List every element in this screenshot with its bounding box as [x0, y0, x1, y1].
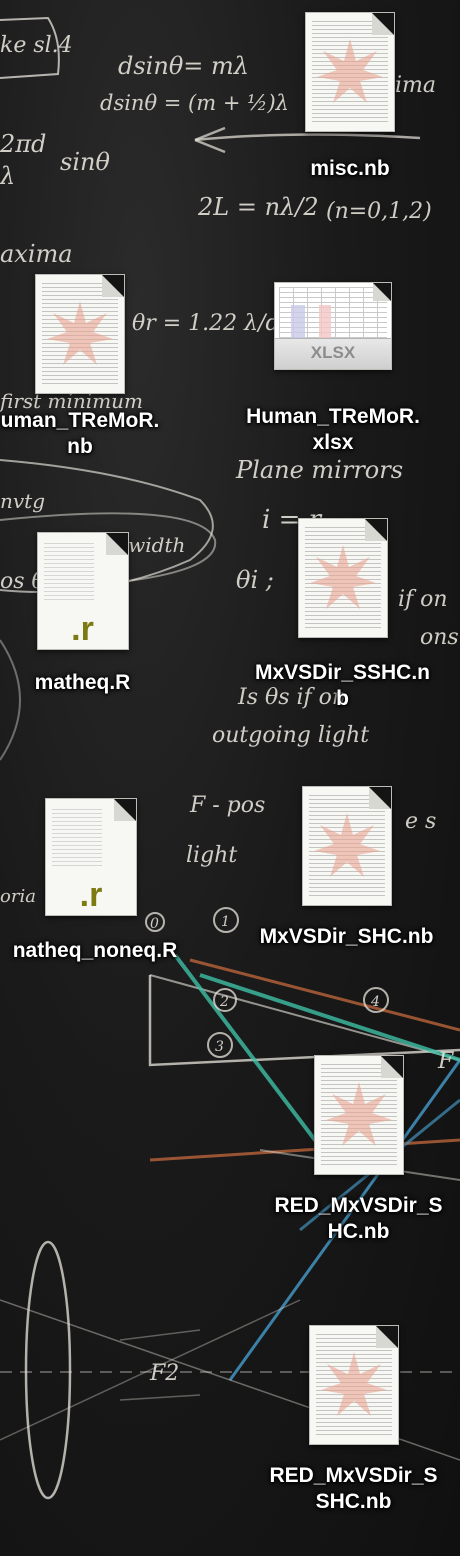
chalkboard-wallpaper: ke sl.4 dsinθ= mλ dsinθ = (m + ½)λ 2πd λ… — [0, 16, 460, 1500]
file-name-label: matheq.R — [34, 671, 131, 694]
file-name-label: nb — [67, 435, 93, 458]
mathematica-star-icon — [313, 813, 380, 877]
r-script-file-icon: .r — [36, 532, 129, 650]
mathematica-star-icon — [47, 301, 113, 365]
mathematica-star-icon — [320, 1352, 387, 1416]
desktop: ke sl.4 dsinθ= mλ dsinθ = (m + ½)λ 2πd λ… — [0, 0, 460, 1556]
file-name-label: HC.nb — [327, 1220, 390, 1243]
chalk-text: light — [186, 843, 237, 868]
file-icon-mxvsdir-shc-nb[interactable]: MxVSDir_SHC.nb — [244, 786, 449, 950]
notebook-file-icon — [305, 12, 395, 132]
file-icon-mxvsdir-sshc-nb[interactable]: MxVSDir_SSHC.n b — [240, 518, 445, 712]
chalk-text: (n=0,1,2) — [326, 199, 432, 224]
file-name-label: misc.nb — [310, 157, 390, 180]
chalk-text: dsinθ = (m + ½)λ — [100, 91, 289, 115]
notebook-file-icon — [35, 274, 125, 394]
file-name-label: MxVSDir_SSHC.n — [254, 661, 431, 684]
chalk-text: 2L = nλ/2 — [197, 193, 319, 221]
r-badge: .r — [79, 876, 103, 914]
file-name-label: MxVSDir_SHC.nb — [259, 925, 434, 948]
notebook-file-icon — [301, 786, 392, 906]
file-icon-matheq-r[interactable]: .r matheq.R — [0, 532, 165, 696]
xlsx-badge: XLSX — [310, 343, 356, 362]
file-name-label: RED_MxVSDir_S — [274, 1194, 443, 1217]
chalk-text: outgoing light — [212, 723, 369, 748]
r-badge: .r — [71, 610, 94, 648]
file-name-label: Human_TReMoR. — [246, 405, 420, 428]
spreadsheet-file-icon: XLSX — [274, 282, 392, 370]
file-name-label: RED_MxVSDir_S — [269, 1464, 438, 1487]
file-icon-red-mxvsdir-sshc-nb[interactable]: RED_MxVSDir_S SHC.nb — [252, 1325, 455, 1515]
chalk-text: 2 — [219, 994, 229, 1010]
file-name-label: natheq_noneq.R — [12, 939, 178, 962]
chalk-text: 3 — [215, 1039, 224, 1055]
file-name-label: b — [336, 687, 349, 710]
mathematica-star-icon — [309, 545, 376, 609]
notebook-file-icon — [297, 518, 388, 638]
chalk-text: 1 — [221, 914, 230, 930]
chalk-text: axima — [0, 240, 73, 268]
chalk-text: F2 — [149, 1361, 179, 1386]
chalk-text: 2πd — [0, 130, 46, 158]
r-script-file-icon: .r — [45, 798, 137, 916]
file-name-label: xlsx — [312, 431, 354, 454]
file-name-label: uman_TReMoR. — [0, 409, 160, 432]
chalk-text: 4 — [370, 994, 380, 1010]
mathematica-star-icon — [317, 39, 383, 103]
chalk-text: ke sl.4 — [0, 33, 73, 58]
chalk-text: dsinθ= mλ — [118, 52, 249, 80]
chalk-text: nvtg — [0, 489, 45, 513]
file-icon-misc-nb[interactable]: misc.nb — [265, 12, 435, 182]
chalk-text: Plane mirrors — [235, 456, 403, 484]
chalk-text: sinθ — [60, 148, 110, 176]
notebook-file-icon — [313, 1055, 404, 1175]
mathematica-star-icon — [325, 1082, 392, 1146]
file-name-label: SHC.nb — [315, 1490, 392, 1513]
file-icon-human-tremor-xlsx[interactable]: XLSX Human_TReMoR. xlsx — [228, 282, 438, 456]
file-icon-red-mxvsdir-shc-nb[interactable]: RED_MxVSDir_S HC.nb — [257, 1055, 460, 1245]
file-icon-matheq-noneq-r[interactable]: .r natheq_noneq.R — [0, 798, 190, 964]
chalk-text: λ — [0, 162, 15, 190]
notebook-file-icon — [308, 1325, 399, 1445]
file-icon-human-tremor-nb[interactable]: uman_TReMoR. nb — [0, 274, 180, 460]
